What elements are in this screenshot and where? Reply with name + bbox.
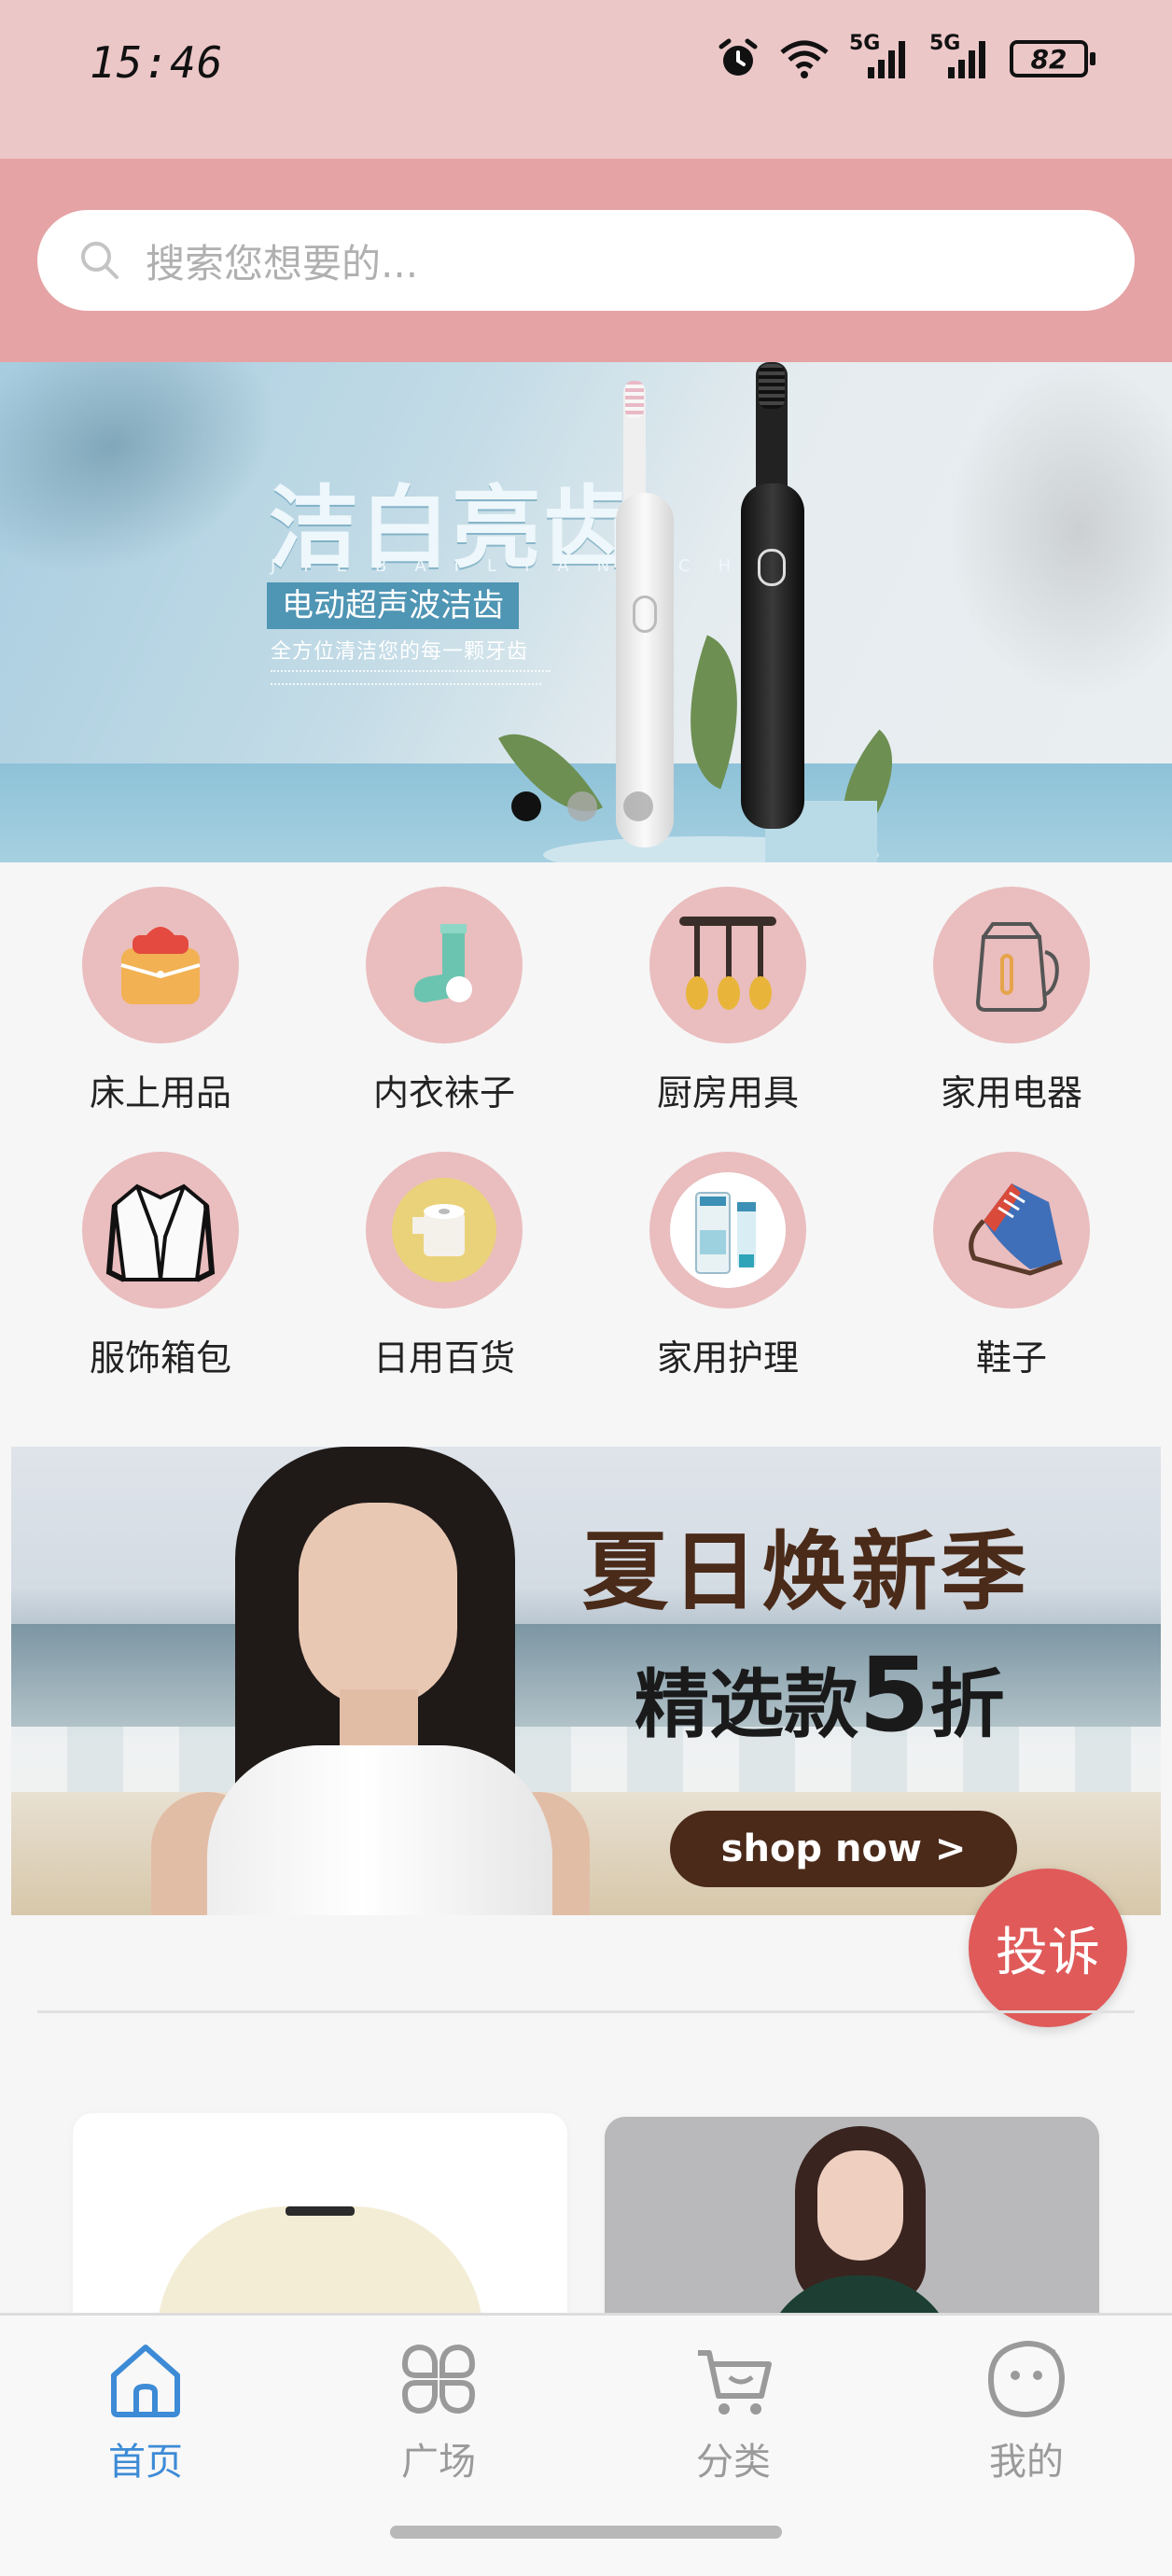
promo-subtitle: 精选款5折 bbox=[635, 1635, 1005, 1755]
shop-now-button[interactable]: shop now > bbox=[670, 1811, 1017, 1887]
kitchen-utensils-icon bbox=[649, 887, 806, 1043]
search-header: 搜索您想要的... bbox=[0, 159, 1172, 362]
nav-label: 我的 bbox=[989, 2441, 1064, 2484]
nav-category[interactable]: 分类 bbox=[631, 2334, 836, 2485]
home-icon bbox=[111, 2345, 180, 2417]
wifi-icon bbox=[780, 40, 829, 78]
hero-shadow-right bbox=[948, 362, 1172, 698]
status-icons: 5G 5G 82 bbox=[717, 32, 1095, 80]
battery-level: 82 bbox=[1030, 43, 1067, 75]
sock-icon bbox=[366, 887, 523, 1043]
category-shoes[interactable]: 鞋子 bbox=[872, 1127, 1151, 1389]
battery-icon: 82 bbox=[1010, 40, 1095, 77]
nav-label: 分类 bbox=[696, 2441, 771, 2484]
tissue-roll-icon bbox=[366, 1152, 523, 1309]
model-face bbox=[817, 2150, 903, 2261]
section-divider bbox=[37, 2010, 1135, 2013]
signal-2-icon: 5G bbox=[929, 32, 991, 80]
home-indicator[interactable] bbox=[390, 2526, 782, 2539]
category-label: 服饰箱包 bbox=[89, 1337, 231, 1379]
tshirt-collar bbox=[286, 2206, 355, 2216]
black-toothbrush bbox=[741, 362, 804, 829]
signal-1-icon: 5G bbox=[849, 32, 911, 80]
category-bedding[interactable]: 床上用品 bbox=[21, 862, 300, 1124]
bedding-icon bbox=[82, 887, 239, 1043]
shoe-icon bbox=[933, 1152, 1090, 1309]
nav-profile[interactable]: 我的 bbox=[924, 2334, 1129, 2485]
nav-plaza[interactable]: 广场 bbox=[336, 2334, 541, 2485]
model-face bbox=[299, 1503, 457, 1708]
carousel-dots bbox=[511, 791, 653, 821]
hero-shadow bbox=[0, 362, 312, 618]
home-screen: 15:46 5G 5G 82 搜索您想要的... 洁白亮齿 JIEBAILIAN… bbox=[0, 0, 1172, 2576]
kettle-icon bbox=[933, 887, 1090, 1043]
alarm-icon bbox=[719, 38, 758, 76]
promo-subtitle-suffix: 折 bbox=[929, 1661, 1005, 1748]
jacket-icon bbox=[82, 1152, 239, 1309]
category-label: 厨房用具 bbox=[656, 1072, 799, 1113]
category-grid: 床上用品 内衣袜子 厨房用具 家用电器 服饰箱包 日用百货 家用护理 鞋子 bbox=[0, 862, 1172, 1402]
hero-tag: 电动超声波洁齿 bbox=[267, 582, 519, 629]
promo-subtitle-prefix: 精选款 bbox=[635, 1661, 858, 1748]
category-apparel-bags[interactable]: 服饰箱包 bbox=[21, 1127, 300, 1389]
carousel-dot[interactable] bbox=[511, 791, 541, 821]
white-toothbrush bbox=[616, 381, 674, 847]
promo-subtitle-number: 5 bbox=[858, 1635, 930, 1755]
category-label: 鞋子 bbox=[975, 1337, 1047, 1379]
category-kitchen[interactable]: 厨房用具 bbox=[588, 862, 868, 1124]
category-label: 家用护理 bbox=[656, 1337, 799, 1379]
status-bar: 15:46 5G 5G 82 bbox=[0, 0, 1172, 159]
model-dress bbox=[207, 1745, 552, 1915]
carousel-dot[interactable] bbox=[567, 791, 597, 821]
hero-banner[interactable]: 洁白亮齿 JIEBAILIANGCHI 电动超声波洁齿 全方位清洁您的每一颗牙齿 bbox=[0, 362, 1172, 862]
search-icon bbox=[81, 242, 119, 279]
search-placeholder: 搜索您想要的... bbox=[146, 240, 419, 287]
category-daily-goods[interactable]: 日用百货 bbox=[304, 1127, 584, 1389]
category-label: 床上用品 bbox=[89, 1072, 231, 1113]
carousel-dot[interactable] bbox=[623, 791, 653, 821]
hero-subtitle: 全方位清洁您的每一颗牙齿 bbox=[271, 640, 529, 664]
category-home-care[interactable]: 家用护理 bbox=[588, 1127, 868, 1389]
category-appliances[interactable]: 家用电器 bbox=[872, 862, 1151, 1124]
profile-icon bbox=[987, 2340, 1066, 2418]
nav-home[interactable]: 首页 bbox=[43, 2334, 248, 2485]
search-input[interactable]: 搜索您想要的... bbox=[37, 210, 1135, 311]
promo-title: 夏日焕新季 bbox=[582, 1521, 1031, 1622]
toothpaste-icon bbox=[649, 1152, 806, 1309]
promo-banner[interactable]: 夏日焕新季 精选款5折 shop now > bbox=[11, 1447, 1161, 1915]
status-time: 15:46 bbox=[90, 37, 224, 88]
plaza-icon bbox=[401, 2344, 476, 2415]
category-label: 家用电器 bbox=[940, 1072, 1082, 1113]
complaint-button[interactable]: 投诉 bbox=[969, 1869, 1127, 2027]
nav-label: 广场 bbox=[401, 2441, 476, 2484]
hero-fine-print bbox=[271, 670, 551, 676]
category-label: 日用百货 bbox=[372, 1337, 515, 1379]
hero-pinyin: JIEBAILIANGCHI bbox=[271, 556, 792, 576]
category-underwear-socks[interactable]: 内衣袜子 bbox=[304, 862, 584, 1124]
cart-icon bbox=[698, 2350, 772, 2415]
category-label: 内衣袜子 bbox=[372, 1072, 515, 1113]
nav-label: 首页 bbox=[108, 2441, 183, 2484]
hero-fine-print-2 bbox=[271, 683, 541, 689]
